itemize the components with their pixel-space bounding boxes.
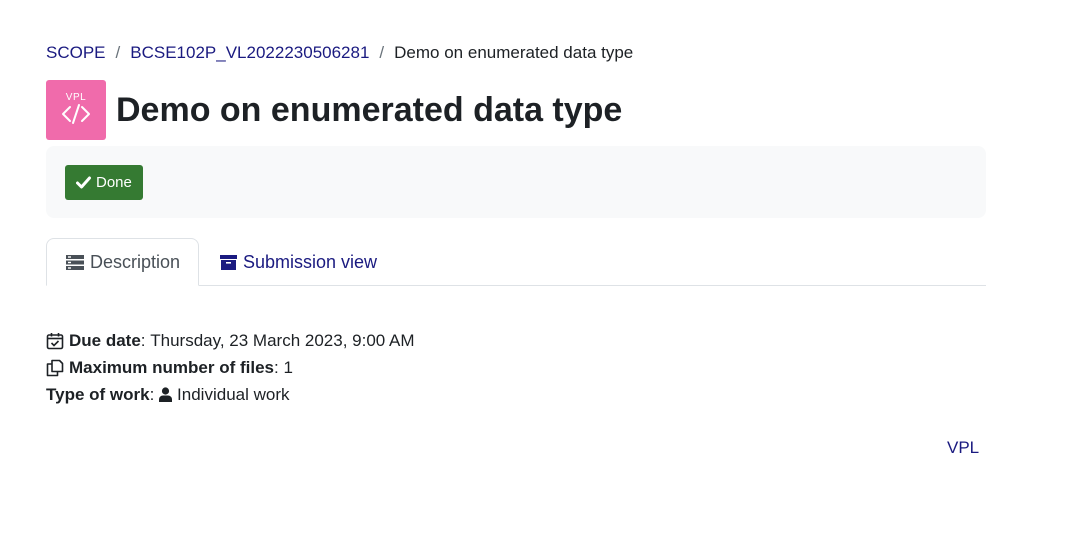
- done-label: Done: [96, 174, 132, 191]
- breadcrumb-separator: /: [379, 43, 385, 62]
- breadcrumb-item-course[interactable]: BCSE102P_VL2022230506281: [130, 42, 369, 64]
- activity-details: Due date : Thursday, 23 March 2023, 9:00…: [46, 327, 415, 408]
- vpl-activity-icon: VPL: [46, 80, 106, 140]
- breadcrumb-current: Demo on enumerated data type: [394, 43, 634, 62]
- tab-submission-view-label: Submission view: [243, 251, 378, 272]
- page-header: VPL Demo on enumerated data type: [46, 80, 622, 140]
- breadcrumb-item-scope[interactable]: SCOPE: [46, 42, 106, 64]
- due-date-row: Due date : Thursday, 23 March 2023, 9:00…: [46, 327, 415, 354]
- max-files-value: 1: [283, 358, 293, 377]
- done-button[interactable]: Done: [65, 165, 143, 200]
- check-icon: [76, 176, 91, 189]
- work-type-label: Type of work: [46, 385, 150, 404]
- work-type-colon: :: [149, 385, 160, 404]
- tab-bar: Description Submission view: [46, 238, 986, 286]
- max-files-colon: :: [273, 358, 284, 377]
- breadcrumb: SCOPE / BCSE102P_VL2022230506281 / Demo …: [46, 42, 633, 64]
- tab-description-label: Description: [90, 251, 181, 272]
- archive-icon: [220, 254, 237, 270]
- vpl-footer-link[interactable]: VPL: [947, 437, 979, 459]
- tab-description[interactable]: Description: [46, 238, 199, 286]
- work-type-row: Type of work : Individual work: [46, 381, 415, 408]
- page: SCOPE / BCSE102P_VL2022230506281 / Demo …: [0, 0, 1086, 537]
- due-date-colon: :: [140, 331, 151, 350]
- list-icon: [66, 254, 84, 270]
- user-icon: [159, 387, 173, 402]
- due-date-label: Due date: [69, 331, 141, 350]
- code-icon: [62, 104, 90, 124]
- page-title: Demo on enumerated data type: [116, 91, 623, 129]
- work-type-value: Individual work: [177, 385, 290, 404]
- breadcrumb-separator: /: [115, 43, 121, 62]
- tab-submission-view[interactable]: Submission view: [199, 238, 377, 286]
- due-date-value: Thursday, 23 March 2023, 9:00 AM: [150, 331, 415, 350]
- max-files-row: Maximum number of files : 1: [46, 354, 415, 381]
- max-files-label: Maximum number of files: [69, 358, 274, 377]
- calendar-check-icon: [46, 332, 64, 349]
- copy-icon: [46, 359, 64, 376]
- activity-completion: Done: [46, 146, 986, 218]
